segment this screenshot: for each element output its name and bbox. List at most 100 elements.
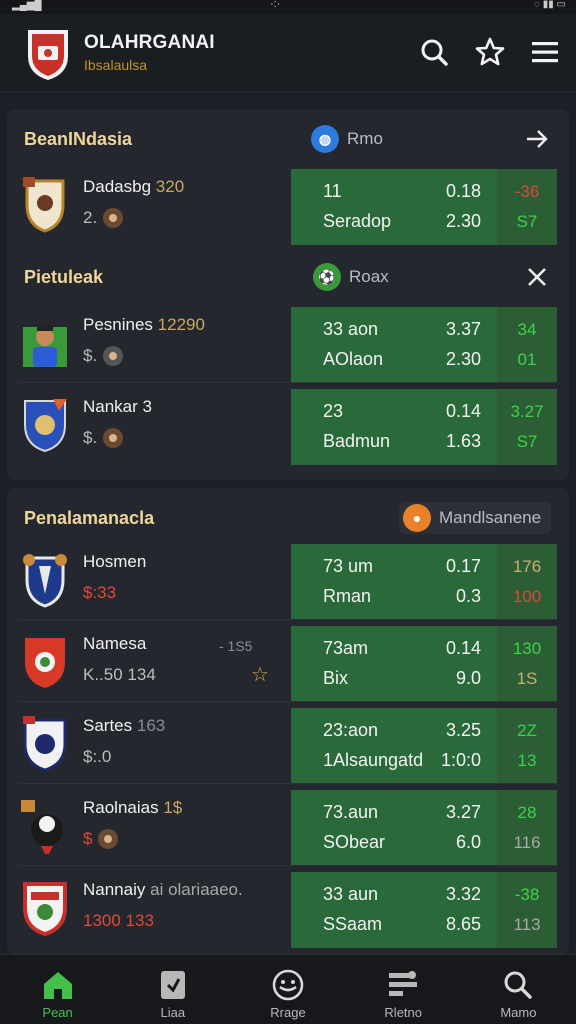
stats-icon [389,971,418,996]
team-name: Dadasbg 320 [83,177,185,196]
team-crest-icon [23,554,67,608]
favorite-star-icon[interactable]: ☆ [251,662,269,687]
team-name: Namesa [83,634,147,653]
odds-value-1: 0.18 [445,181,481,201]
nav-item-home[interactable]: Pean [0,955,115,1024]
player-avatar-icon [23,325,67,367]
odds-main-button[interactable]: 23:aon 3.25 1Alsaungatd 1:0:0 [291,708,497,784]
odds-value-1: 0.14 [445,638,481,658]
match-row[interactable]: Pesnines 12290 $. 33 aon 3.37 AOlaon 2.3… [7,303,569,383]
coin-icon: ● [403,504,431,532]
app-title: OLAHRGANAI [84,32,215,53]
menu-icon[interactable] [529,36,561,68]
section-filter-pill[interactable]: ⚽ Roax [309,261,399,293]
section-header: BeanINdasia ◍ Rmo [7,111,569,167]
odds-value-1: 0.14 [445,401,481,421]
nav-item-matches[interactable]: Rrage [230,955,345,1024]
soccer-ball-icon [272,969,304,1001]
team-crest-icon [24,399,67,453]
odds-change-button[interactable]: 130 1S [497,626,557,702]
arrow-right-icon[interactable] [523,125,551,153]
odds-line-2: 1Alsaungatd [323,750,424,770]
odds-main-button[interactable]: 73 um 0.17 Rman 0.3 [291,544,497,620]
odds-line-1: 73am [323,638,369,658]
close-icon[interactable] [523,263,551,291]
odds-value-1: 3.32 [445,884,481,904]
odds-line-2: Bix [323,668,349,688]
team-crest-icon [21,800,63,854]
odds-change-2: 100 [512,587,542,606]
odds-change-1: 130 [512,639,542,658]
match-row[interactable]: Sartes 163 $:.0 23:aon 3.25 1Alsaungatd … [7,704,569,784]
section-title: Penalamanacla [24,508,155,528]
odds-change-button[interactable]: -36 S7 [497,169,557,245]
match-row[interactable]: Nankar 3 $. 23 0.14 Badmun 1.63 3.27 S7 [7,385,569,465]
odds-value-1: 3.25 [445,720,481,740]
team-meta: $. [83,428,124,448]
odds-main-button[interactable]: 11 0.18 Seradop 2.30 [291,169,497,245]
match-row[interactable]: Dadasbg 320 2. 11 0.18 Seradop 2.30 -36 … [7,165,569,245]
section-title: Pietuleak [24,267,104,287]
odds-change-1: -38 [514,885,540,904]
odds-main-button[interactable]: 33 aon 3.37 AOlaon 2.30 [291,307,497,383]
odds-line-1: 33 aon [323,319,379,339]
odds-main-button[interactable]: 33 aun 3.32 SSaam 8.65 [291,872,497,948]
odds-main-button[interactable]: 23 0.14 Badmun 1.63 [291,389,497,465]
match-row[interactable]: Hosmen $:33 73 um 0.17 Rman 0.3 176 100 [7,540,569,620]
ball-icon [98,829,119,849]
football-icon: ⚽ [313,263,341,291]
nav-item-stats[interactable]: Rletno [346,955,461,1024]
team-crest-icon [23,177,65,233]
nav-item-tickets[interactable]: Liaa [115,955,230,1024]
section-header: Pietuleak ⚽ Roax [7,249,569,305]
signal-icon: ▂▄▆█ [12,0,42,11]
odds-main-button[interactable]: 73am 0.14 Bix 9.0 [291,626,497,702]
odds-change-button[interactable]: 3.27 S7 [497,389,557,465]
match-row[interactable]: Nannaiy ai olariaaeo. 1300 133 33 aun 3.… [7,868,569,948]
odds-line-1: 73 um [323,556,374,576]
nav-label: Rletno [384,1005,422,1020]
team-name: Nannaiy ai olariaaeo. [83,880,243,899]
odds-change-1: 176 [512,557,542,576]
odds-change-button[interactable]: 176 100 [497,544,557,620]
team-crest-icon [25,638,65,688]
search-icon[interactable] [418,36,450,68]
status-bar: ▂▄▆█ ·:· ◌ ▮▮ ▭ [0,0,576,14]
ball-icon [103,346,124,366]
odds-value-1: 3.27 [445,802,481,822]
odds-value-1: 0.17 [445,556,481,576]
odds-change-1: 34 [517,320,537,339]
match-row[interactable]: Raolnaias 1$ $ 73.aun 3.27 SObear 6.0 28… [7,786,569,866]
odds-change-button[interactable]: 28 116 [497,790,557,866]
home-icon [43,972,72,999]
team-meta: K..50 134 [83,665,156,684]
odds-change-2: 113 [513,915,541,934]
app-subtitle: Ibsalaulsa [84,57,148,73]
odds-line-2: Badmun [323,431,391,451]
nav-item-search[interactable]: Mamo [461,955,576,1024]
odds-change-button[interactable]: -38 113 [497,872,557,948]
club-logo [28,30,68,80]
odds-value-2: 8.65 [445,914,481,934]
team-name: Hosmen [83,552,147,571]
row-note: - 1S5 [219,638,253,654]
section-header: Penalamanacla ● Mandlsanene [7,490,569,546]
odds-main-button[interactable]: 73.aun 3.27 SObear 6.0 [291,790,497,866]
odds-value-2: 0.3 [455,586,481,606]
team-meta: $:33 [83,583,117,602]
odds-change-2: 01 [517,350,537,369]
pill-label: Mandlsanene [439,508,542,527]
team-crest-icon [23,716,67,772]
ball-icon [103,208,124,228]
battery-icon: ◌ ▮▮ ▭ [534,0,566,10]
odds-line-1: 73.aun [323,802,379,822]
section-filter-pill[interactable]: ◍ Rmo [307,123,393,155]
odds-change-2: S7 [516,432,538,451]
odds-change-button[interactable]: 34 01 [497,307,557,383]
match-row[interactable]: Namesa - 1S5 K..50 134 ☆ 73am 0.14 Bix 9… [7,622,569,702]
matches-card-2: Penalamanacla ● Mandlsanene Hosmen $:33 … [7,488,569,954]
odds-value-2: 6.0 [455,832,481,852]
odds-change-button[interactable]: 2Z 13 [497,708,557,784]
star-icon[interactable] [474,36,506,68]
section-filter-pill[interactable]: ● Mandlsanene [399,502,552,534]
